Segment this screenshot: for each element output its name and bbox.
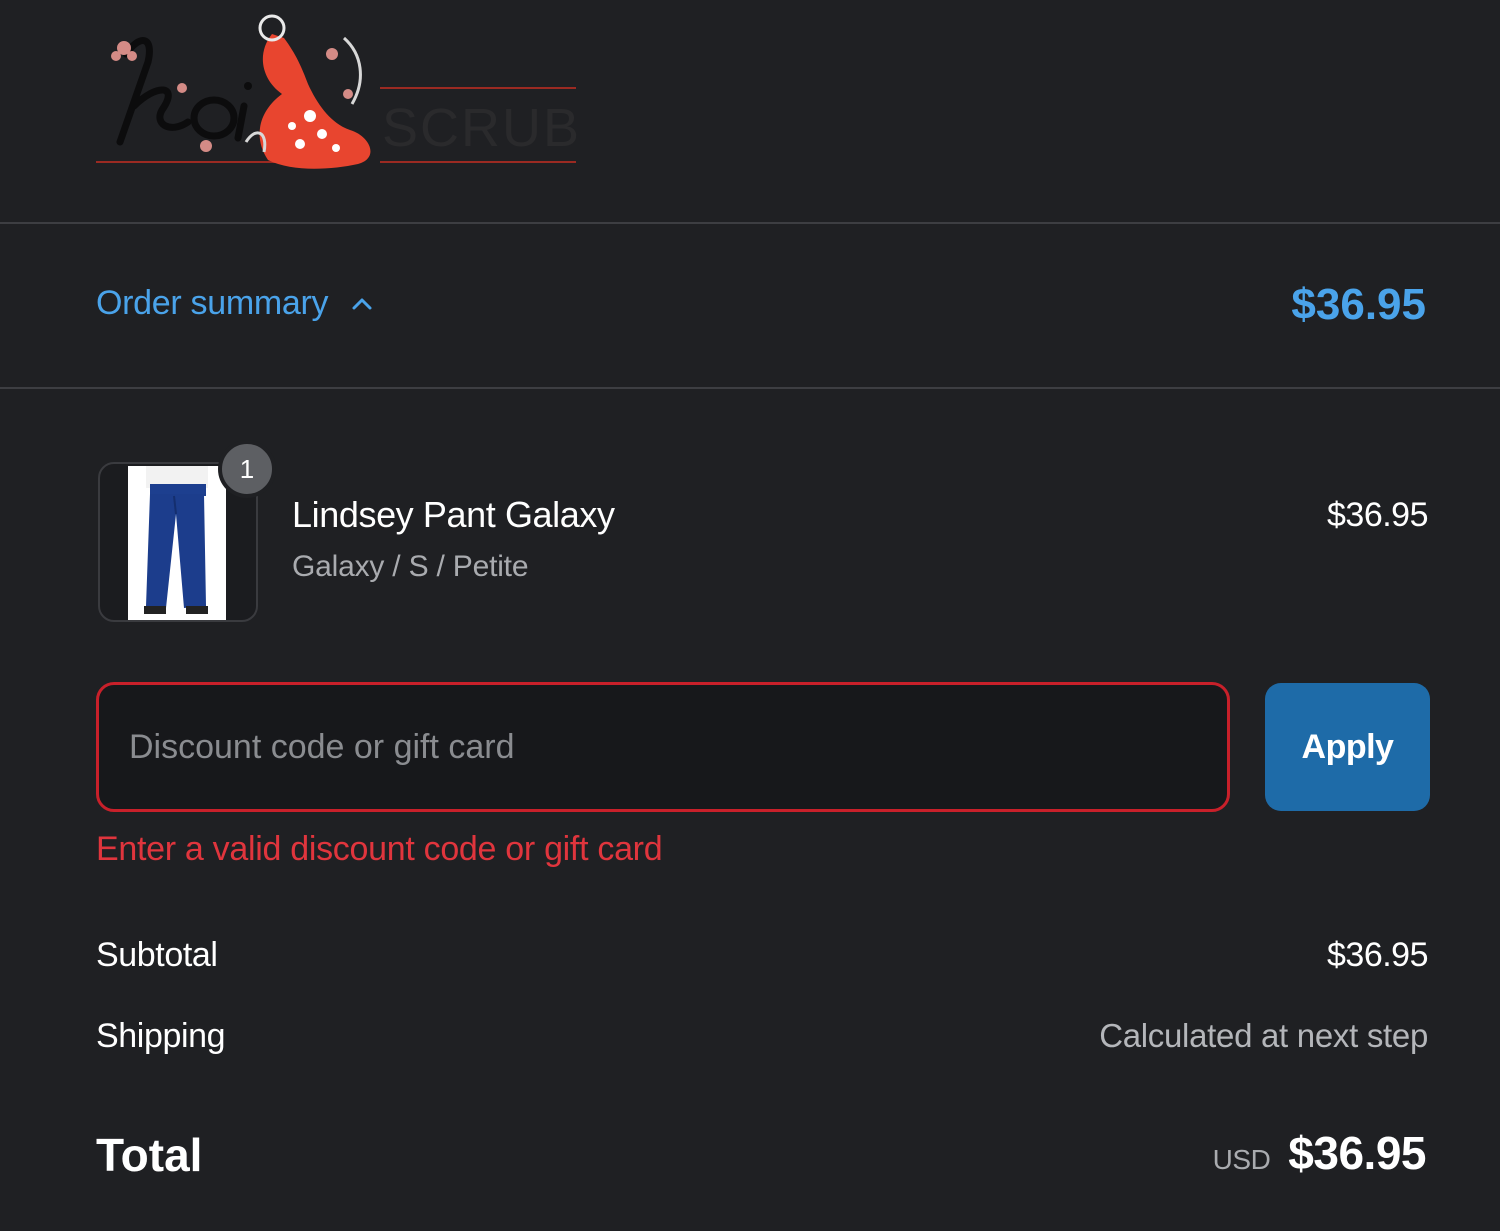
logo-wordmark: SCRUBS bbox=[382, 98, 580, 158]
pants-product-image bbox=[128, 466, 226, 620]
brand-logo[interactable]: SCRUBS bbox=[96, 14, 580, 178]
order-summary-toggle[interactable]: Order summary bbox=[96, 284, 374, 323]
order-summary-total: $36.95 bbox=[1291, 280, 1426, 329]
order-summary-label: Order summary bbox=[96, 284, 329, 322]
apply-discount-button[interactable]: Apply bbox=[1265, 683, 1430, 811]
product-name: Lindsey Pant Galaxy bbox=[292, 494, 615, 535]
koi-scrubs-logo-image: SCRUBS bbox=[96, 14, 580, 169]
checkout-page: SCRUBS Order summary $36.95 1 Lindsey Pa… bbox=[0, 0, 1500, 1231]
total-label: Total bbox=[96, 1129, 203, 1181]
subtotal-value: $36.95 bbox=[1327, 936, 1429, 974]
quantity-badge: 1 bbox=[218, 440, 276, 498]
product-variant: Galaxy / S / Petite bbox=[292, 550, 529, 583]
currency-code: USD bbox=[1212, 1144, 1271, 1175]
total-amount: USD $36.95 bbox=[1212, 1126, 1427, 1180]
shipping-value: Calculated at next step bbox=[1099, 1017, 1428, 1054]
discount-code-input[interactable] bbox=[96, 682, 1230, 812]
product-price: $36.95 bbox=[1327, 496, 1429, 534]
subtotal-label: Subtotal bbox=[96, 936, 218, 974]
total-value: $36.95 bbox=[1288, 1127, 1426, 1179]
shipping-label: Shipping bbox=[96, 1017, 226, 1055]
chevron-up-icon bbox=[350, 292, 374, 316]
checkout-header: SCRUBS bbox=[0, 0, 1500, 224]
discount-error-message: Enter a valid discount code or gift card bbox=[96, 830, 663, 868]
